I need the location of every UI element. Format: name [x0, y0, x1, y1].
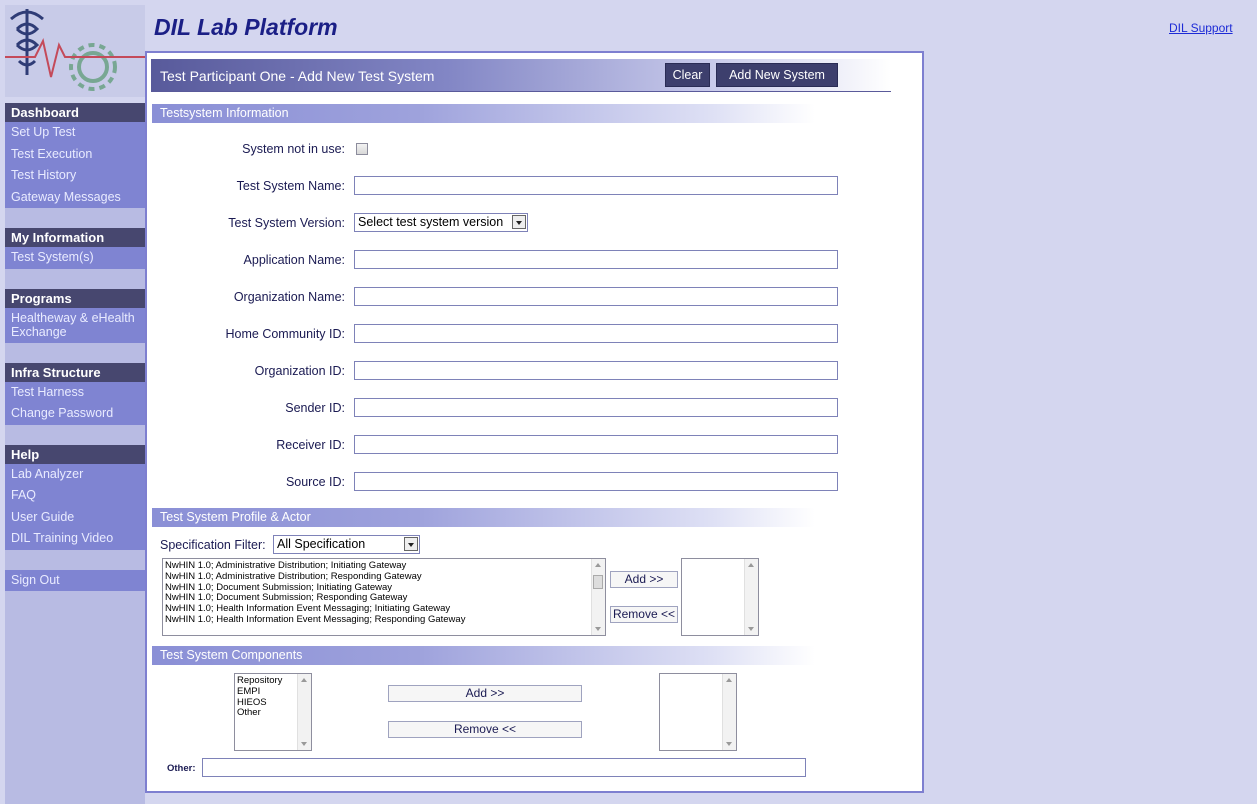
- test-system-version-label: Test System Version:: [228, 216, 345, 230]
- sidebar-item-user-guide[interactable]: User Guide: [5, 507, 145, 529]
- list-item[interactable]: NwHIN 1.0; Administrative Distribution; …: [163, 571, 605, 583]
- section-test-system-components: Test System Components: [152, 646, 815, 665]
- scroll-down-icon: [595, 627, 601, 631]
- sidebar-heading-dashboard: Dashboard: [5, 103, 145, 122]
- receiver-id-input[interactable]: [354, 435, 838, 454]
- sidebar-spacer: [5, 549, 145, 570]
- selected-profiles-scrollbar[interactable]: [744, 559, 758, 635]
- sidebar-spacer: [5, 208, 145, 228]
- scroll-thumb[interactable]: [593, 575, 603, 589]
- specification-filter-label: Specification Filter:: [160, 538, 266, 552]
- logo: [5, 5, 145, 97]
- source-id-label: Source ID:: [285, 475, 345, 489]
- sidebar-item-set-up-test[interactable]: Set Up Test: [5, 122, 145, 144]
- system-not-in-use-checkbox[interactable]: [356, 143, 368, 155]
- selected-profiles-listbox[interactable]: [681, 558, 759, 636]
- scroll-up-icon: [301, 678, 307, 682]
- home-community-id-label: Home Community ID:: [225, 327, 345, 341]
- sidebar-spacer: [5, 268, 145, 289]
- chevron-down-icon: [404, 537, 418, 551]
- add-test-system-panel: Test Participant One - Add New Test Syst…: [145, 51, 924, 793]
- test-system-version-select[interactable]: Select test system version: [354, 213, 528, 232]
- system-not-in-use-label: System not in use:: [242, 142, 345, 156]
- profile-list-scrollbar[interactable]: [591, 559, 605, 635]
- list-item[interactable]: NwHIN 1.0; Health Information Event Mess…: [163, 614, 605, 626]
- profile-remove-button[interactable]: Remove <<: [610, 606, 678, 623]
- other-label: Other:: [167, 763, 196, 774]
- sidebar-item-sign-out[interactable]: Sign Out: [5, 570, 145, 592]
- selected-components-listbox[interactable]: [659, 673, 737, 751]
- sidebar-heading-programs: Programs: [5, 288, 145, 308]
- section-profile-actor: Test System Profile & Actor: [152, 508, 815, 527]
- organization-name-label: Organization Name:: [233, 290, 345, 304]
- test-system-version-value: Select test system version: [358, 215, 504, 229]
- selected-components-scrollbar[interactable]: [722, 674, 736, 750]
- sidebar-heading-my-information: My Information: [5, 228, 145, 247]
- scroll-down-icon: [748, 627, 754, 631]
- sidebar-heading-help: Help: [5, 444, 145, 464]
- organization-id-label: Organization ID:: [254, 364, 345, 378]
- sidebar-item-change-password[interactable]: Change Password: [5, 403, 145, 425]
- panel-header: Test Participant One - Add New Test Syst…: [151, 59, 891, 92]
- application-name-input[interactable]: [354, 250, 838, 269]
- caduceus-logo-icon: [5, 5, 145, 97]
- support-link[interactable]: DIL Support: [1169, 21, 1233, 35]
- chevron-down-icon: [512, 215, 526, 229]
- sidebar-item-gateway-messages[interactable]: Gateway Messages: [5, 187, 145, 209]
- sidebar-spacer: [5, 342, 145, 363]
- specification-filter-select[interactable]: All Specification: [273, 535, 420, 554]
- panel-title: Test Participant One - Add New Test Syst…: [160, 68, 435, 84]
- sidebar-item-test-harness[interactable]: Test Harness: [5, 382, 145, 404]
- sidebar-heading-infrastructure: Infra Structure: [5, 362, 145, 382]
- profile-add-button[interactable]: Add >>: [610, 571, 678, 588]
- source-id-input[interactable]: [354, 472, 838, 491]
- organization-name-input[interactable]: [354, 287, 838, 306]
- component-remove-button[interactable]: Remove <<: [388, 721, 582, 738]
- component-add-button[interactable]: Add >>: [388, 685, 582, 702]
- sidebar-item-lab-analyzer[interactable]: Lab Analyzer: [5, 464, 145, 486]
- scroll-down-icon: [301, 742, 307, 746]
- section-testsystem-information: Testsystem Information: [152, 104, 815, 123]
- organization-id-input[interactable]: [354, 361, 838, 380]
- sidebar-item-faq[interactable]: FAQ: [5, 485, 145, 507]
- scroll-up-icon: [726, 678, 732, 682]
- scroll-up-icon: [595, 563, 601, 567]
- profile-actor-listbox[interactable]: NwHIN 1.0; Administrative Distribution; …: [162, 558, 606, 636]
- sidebar-item-test-systems[interactable]: Test System(s): [5, 247, 145, 269]
- scroll-down-icon: [726, 742, 732, 746]
- sidebar: Dashboard Set Up Test Test Execution Tes…: [5, 103, 145, 804]
- sidebar-item-healtheway[interactable]: Healtheway & eHealth Exchange: [5, 308, 145, 343]
- app-title: DIL Lab Platform: [154, 14, 338, 40]
- specification-filter-value: All Specification: [277, 537, 366, 551]
- test-system-name-input[interactable]: [354, 176, 838, 195]
- sidebar-item-training-video[interactable]: DIL Training Video: [5, 528, 145, 550]
- add-new-system-button[interactable]: Add New System: [716, 63, 838, 87]
- scroll-up-icon: [748, 563, 754, 567]
- test-system-name-label: Test System Name:: [236, 179, 345, 193]
- other-input[interactable]: [202, 758, 806, 777]
- home-community-id-input[interactable]: [354, 324, 838, 343]
- sidebar-item-test-execution[interactable]: Test Execution: [5, 144, 145, 166]
- sender-id-input[interactable]: [354, 398, 838, 417]
- sidebar-spacer: [5, 424, 145, 445]
- sidebar-item-test-history[interactable]: Test History: [5, 165, 145, 187]
- clear-button[interactable]: Clear: [665, 63, 710, 87]
- components-listbox[interactable]: Repository EMPI HIEOS Other: [234, 673, 312, 751]
- receiver-id-label: Receiver ID:: [276, 438, 345, 452]
- sender-id-label: Sender ID:: [285, 401, 345, 415]
- components-scrollbar[interactable]: [297, 674, 311, 750]
- application-name-label: Application Name:: [243, 253, 345, 267]
